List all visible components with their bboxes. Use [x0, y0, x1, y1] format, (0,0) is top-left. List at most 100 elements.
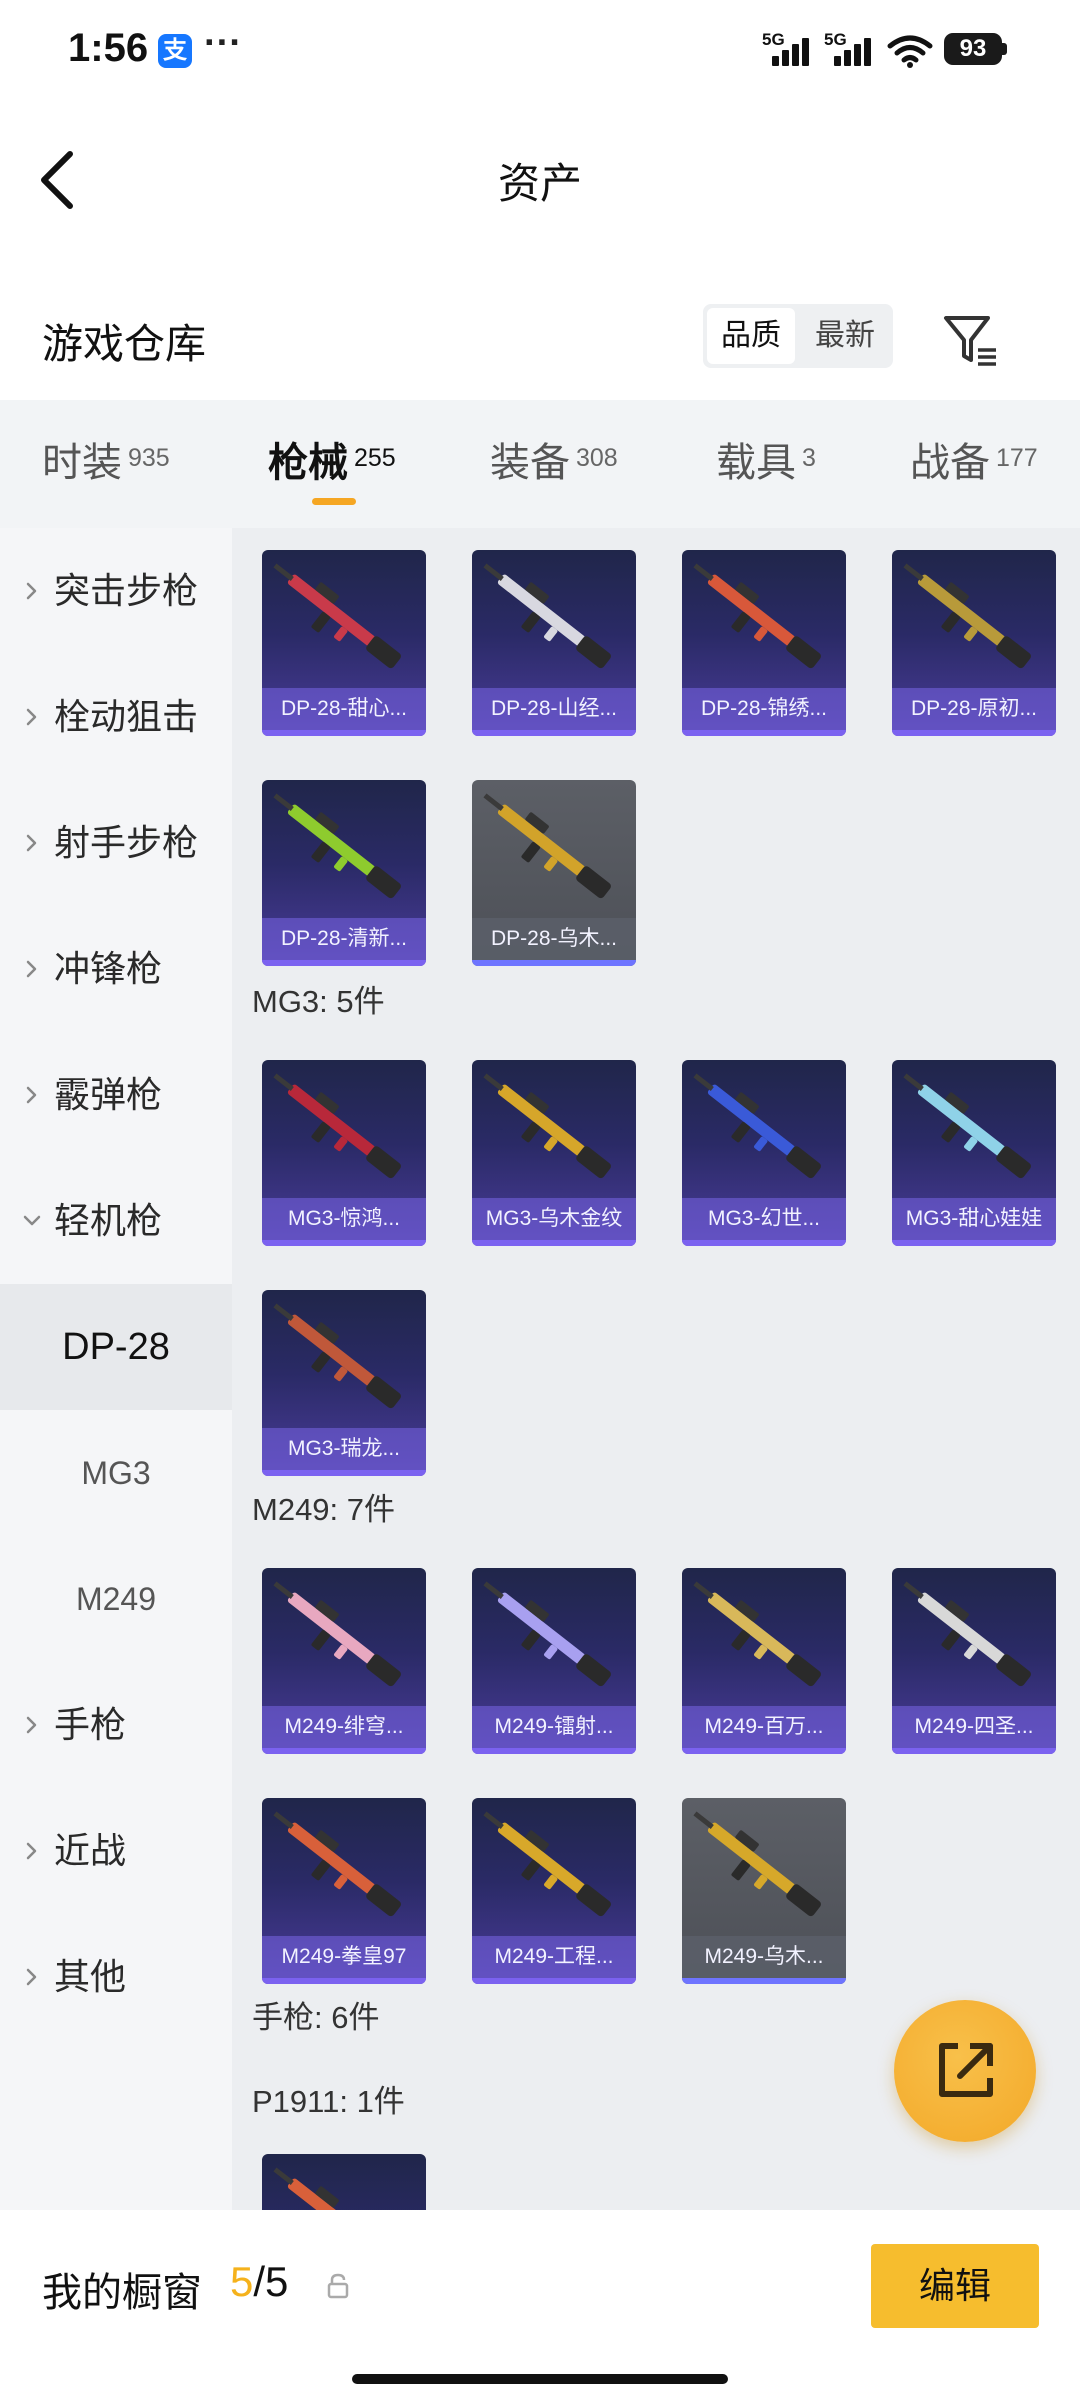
item-card: MG3-瑞龙... [262, 1290, 426, 1476]
item-card: MG3-惊鸿... [262, 1060, 426, 1246]
rarity-bar [682, 1240, 846, 1246]
weapon-icon [903, 563, 1031, 669]
item-name: MG3-乌木金纹 [472, 1198, 636, 1240]
weapon-item[interactable]: M249-百万... [682, 1568, 846, 1754]
showcase-bar: 我的橱窗 5/5 编辑 [0, 2210, 1080, 2400]
rarity-bar [472, 1240, 636, 1246]
page-title: 资产 [497, 160, 582, 207]
sidebar-item-label: MG3 [81, 1455, 151, 1491]
tab-vehicles[interactable]: 载具 3 [716, 430, 816, 490]
filter-button[interactable] [940, 312, 1000, 368]
rarity-bar [262, 960, 426, 966]
weapon-item[interactable]: DP-28-原初... [892, 550, 1056, 736]
filter-icon [944, 316, 990, 362]
sidebar-item-label: 手枪 [54, 1704, 127, 1745]
chevron-right-icon [26, 960, 37, 978]
item-card: DP-28-乌木... [472, 780, 636, 966]
weapon-item[interactable]: M249-绯穹... [262, 1568, 426, 1754]
sidebar-item[interactable]: 其他 [0, 1914, 232, 2040]
tab-equipment[interactable]: 装备 308 [490, 430, 618, 490]
weapon-item[interactable]: M249-工程... [472, 1798, 636, 1984]
rarity-bar [472, 1978, 636, 1984]
item-name: M249-绯穹... [262, 1706, 426, 1748]
chevron-right-icon [26, 582, 37, 600]
item-card: MG3-幻世... [682, 1060, 846, 1246]
weapon-item[interactable]: MG3-瑞龙... [262, 1290, 426, 1476]
sidebar-item[interactable]: 轻机枪 [0, 1158, 232, 1284]
sidebar-item-label: 轻机枪 [54, 1200, 163, 1241]
weapon-item[interactable]: DP-28-清新... [262, 780, 426, 966]
sort-quality-option[interactable]: 品质 [707, 308, 795, 364]
rarity-bar [682, 730, 846, 736]
share-button[interactable] [894, 2000, 1036, 2142]
weapon-icon [693, 563, 821, 669]
status-bar: 1:56 支 ··· 5G 5G 93 [0, 0, 1080, 100]
nav-bar: 资产 [0, 100, 1080, 260]
rarity-bar [892, 730, 1056, 736]
chevron-right-icon [26, 1086, 37, 1104]
item-name: MG3-幻世... [682, 1198, 846, 1240]
sidebar-item[interactable]: 霰弹枪 [0, 1032, 232, 1158]
item-name: M249-拳皇97 [262, 1936, 426, 1978]
rarity-bar [892, 1748, 1056, 1754]
sidebar-item[interactable]: 冲锋枪 [0, 906, 232, 1032]
weapon-item[interactable]: DP-28-山经... [472, 550, 636, 736]
item-card: M249-拳皇97 [262, 1798, 426, 1984]
weapon-icon [903, 1581, 1031, 1687]
weapon-item[interactable]: M249-拳皇97 [262, 1798, 426, 1984]
item-card [262, 2154, 426, 2210]
tab-fashion[interactable]: 时装 935 [42, 430, 170, 490]
weapon-item[interactable]: MG3-惊鸿... [262, 1060, 426, 1246]
sidebar-subitem[interactable]: DP-28 [0, 1284, 232, 1410]
warehouse-header: 游戏仓库 品质 最新 [0, 290, 1080, 400]
sidebar-item-label: 其他 [54, 1956, 127, 1997]
active-tab-indicator [312, 498, 356, 505]
sidebar-item-label: DP-28 [62, 1326, 170, 1368]
weapon-item[interactable]: MG3-乌木金纹 [472, 1060, 636, 1246]
sidebar-item[interactable]: 突击步枪 [0, 528, 232, 654]
signal-2-icon: 5G [824, 30, 894, 70]
sort-newest-option[interactable]: 最新 [801, 308, 889, 364]
weapon-type-sidebar: 突击步枪栓动狙击射手步枪 冲锋枪 霰弹枪轻机枪 DP-28 MG3 M249 手枪近战其他 [0, 528, 232, 2210]
tab-guns[interactable]: 枪械 255 [268, 430, 396, 490]
battery-icon: 93 [944, 33, 1002, 65]
weapon-icon [903, 1073, 1031, 1179]
weapon-item[interactable]: M249-四圣... [892, 1568, 1056, 1754]
weapon-item[interactable]: M249-镭射... [472, 1568, 636, 1754]
weapon-item[interactable]: DP-28-乌木... [472, 780, 636, 966]
item-card: MG3-甜心娃娃 [892, 1060, 1056, 1246]
edit-button[interactable]: 编辑 [871, 2244, 1039, 2328]
weapon-icon [693, 1581, 821, 1687]
sidebar-item[interactable]: 手枪 [0, 1662, 232, 1788]
rarity-bar [262, 730, 426, 736]
sidebar-item-label: 栓动狙击 [54, 696, 199, 737]
weapon-item[interactable] [262, 2154, 426, 2210]
item-card: DP-28-锦绣... [682, 550, 846, 736]
item-card: M249-绯穹... [262, 1568, 426, 1754]
weapon-item[interactable]: DP-28-甜心... [262, 550, 426, 736]
weapon-item[interactable]: DP-28-锦绣... [682, 550, 846, 736]
sidebar-item[interactable]: 栓动狙击 [0, 654, 232, 780]
rarity-bar [262, 1470, 426, 1476]
weapon-item[interactable]: MG3-幻世... [682, 1060, 846, 1246]
sidebar-subitem[interactable]: M249 [0, 1536, 232, 1662]
section-header-mg3: MG3: 5件 [252, 984, 385, 1019]
tab-supplies[interactable]: 战备 177 [910, 430, 1038, 490]
sidebar-item[interactable]: 射手步枪 [0, 780, 232, 906]
weapon-item[interactable]: MG3-甜心娃娃 [892, 1060, 1056, 1246]
item-name: DP-28-乌木... [472, 918, 636, 960]
rarity-bar [892, 1240, 1056, 1246]
item-card: M249-工程... [472, 1798, 636, 1984]
rarity-bar [472, 730, 636, 736]
item-card: M249-百万... [682, 1568, 846, 1754]
wifi-icon [887, 35, 933, 68]
sidebar-subitem[interactable]: MG3 [0, 1410, 232, 1536]
section-header-p1911: P1911: 1件 [252, 2084, 405, 2119]
section-header-m249: M249: 7件 [252, 1492, 396, 1527]
sidebar-item[interactable]: 近战 [0, 1788, 232, 1914]
sidebar-item-label: M249 [75, 1581, 157, 1617]
weapon-item[interactable]: M249-乌木... [682, 1798, 846, 1984]
rarity-bar [682, 1978, 846, 1984]
item-card: DP-28-山经... [472, 550, 636, 736]
rarity-bar [262, 1978, 426, 1984]
